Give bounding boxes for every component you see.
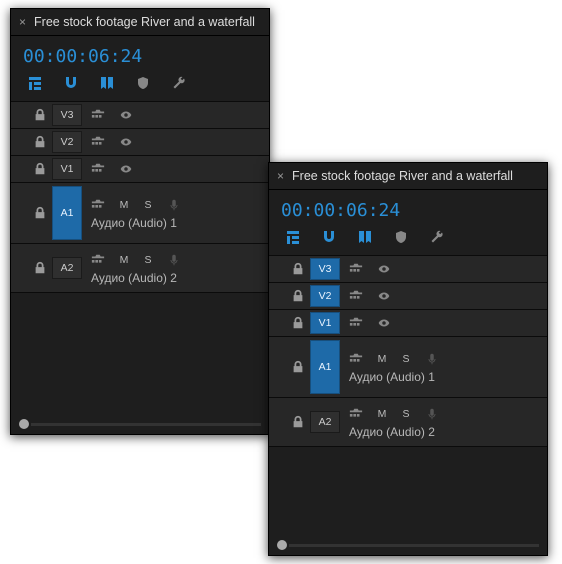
track-target-v3[interactable]: V3: [52, 104, 82, 126]
toggle-output-icon[interactable]: [91, 253, 105, 267]
toggle-output-icon[interactable]: [91, 108, 105, 122]
video-track-header: V1: [269, 310, 547, 337]
tab-bar: × Free stock footage River and a waterfa…: [269, 163, 547, 190]
lock-icon[interactable]: [33, 162, 47, 176]
scroll-thumb[interactable]: [19, 419, 29, 429]
video-track-header: V1: [11, 156, 269, 183]
toggle-visibility-eye-icon[interactable]: [119, 135, 133, 149]
video-track-header: V3: [11, 102, 269, 129]
audio-track-label: Аудио (Audio) 1: [349, 370, 547, 384]
audio-track-header: A2 M S Аудио (Audio) 2: [11, 244, 269, 293]
nest-sequence-icon[interactable]: [285, 229, 301, 245]
close-icon[interactable]: ×: [17, 15, 28, 29]
lock-icon[interactable]: [291, 316, 305, 330]
linked-selection-icon[interactable]: [357, 229, 373, 245]
track-header-area: V3 V2 V1 A1: [269, 255, 547, 447]
track-target-v1[interactable]: V1: [310, 312, 340, 334]
settings-wrench-icon[interactable]: [171, 75, 187, 91]
lock-icon[interactable]: [291, 289, 305, 303]
lock-icon[interactable]: [291, 262, 305, 276]
voiceover-mic-icon[interactable]: [167, 253, 181, 267]
audio-track-header: A1 M S Аудио (Audio) 1: [269, 337, 547, 398]
horizontal-scrollbar[interactable]: [19, 420, 261, 428]
audio-track-header: A1 M S Аудио (Audio) 1: [11, 183, 269, 244]
voiceover-mic-icon[interactable]: [425, 407, 439, 421]
audio-track-header: A2 M S Аудио (Audio) 2: [269, 398, 547, 447]
scroll-track: [31, 423, 261, 426]
audio-track-label: Аудио (Audio) 1: [91, 216, 269, 230]
toggle-output-icon[interactable]: [91, 198, 105, 212]
toggle-visibility-eye-icon[interactable]: [119, 162, 133, 176]
voiceover-mic-icon[interactable]: [167, 198, 181, 212]
toggle-output-icon[interactable]: [91, 162, 105, 176]
track-target-v1[interactable]: V1: [52, 158, 82, 180]
toggle-visibility-eye-icon[interactable]: [377, 262, 391, 276]
timeline-panel: × Free stock footage River and a waterfa…: [268, 162, 548, 556]
tab-title[interactable]: Free stock footage River and a waterfall: [292, 169, 513, 183]
track-target-v2[interactable]: V2: [310, 285, 340, 307]
toggle-output-icon[interactable]: [349, 352, 363, 366]
lock-icon[interactable]: [33, 108, 47, 122]
lock-icon[interactable]: [33, 206, 47, 220]
solo-button[interactable]: S: [143, 254, 153, 266]
lock-icon[interactable]: [33, 135, 47, 149]
playhead-timecode[interactable]: 00:00:06:24: [269, 190, 547, 225]
toggle-output-icon[interactable]: [349, 407, 363, 421]
solo-button[interactable]: S: [401, 408, 411, 420]
track-target-a1[interactable]: A1: [310, 340, 340, 394]
audio-track-label: Аудио (Audio) 2: [91, 271, 269, 285]
video-track-header: V2: [269, 283, 547, 310]
solo-button[interactable]: S: [401, 353, 411, 365]
snap-magnet-icon[interactable]: [63, 75, 79, 91]
toggle-output-icon[interactable]: [91, 135, 105, 149]
marker-icon[interactable]: [135, 75, 151, 91]
tab-bar: × Free stock footage River and a waterfa…: [11, 9, 269, 36]
voiceover-mic-icon[interactable]: [425, 352, 439, 366]
lock-icon[interactable]: [33, 261, 47, 275]
settings-wrench-icon[interactable]: [429, 229, 445, 245]
mute-button[interactable]: M: [377, 408, 387, 420]
toggle-visibility-eye-icon[interactable]: [119, 108, 133, 122]
marker-icon[interactable]: [393, 229, 409, 245]
nest-sequence-icon[interactable]: [27, 75, 43, 91]
toggle-output-icon[interactable]: [349, 262, 363, 276]
video-track-header: V3: [269, 256, 547, 283]
track-target-v2[interactable]: V2: [52, 131, 82, 153]
playhead-timecode[interactable]: 00:00:06:24: [11, 36, 269, 71]
scroll-thumb[interactable]: [277, 540, 287, 550]
close-icon[interactable]: ×: [275, 169, 286, 183]
toggle-output-icon[interactable]: [349, 289, 363, 303]
lock-icon[interactable]: [291, 360, 305, 374]
toggle-visibility-eye-icon[interactable]: [377, 289, 391, 303]
timeline-panel: × Free stock footage River and a waterfa…: [10, 8, 270, 435]
track-target-a1[interactable]: A1: [52, 186, 82, 240]
mute-button[interactable]: M: [119, 254, 129, 266]
linked-selection-icon[interactable]: [99, 75, 115, 91]
tab-title[interactable]: Free stock footage River and a waterfall: [34, 15, 255, 29]
timeline-tool-row: [269, 225, 547, 255]
scroll-track: [289, 544, 539, 547]
horizontal-scrollbar[interactable]: [277, 541, 539, 549]
video-track-header: V2: [11, 129, 269, 156]
toggle-output-icon[interactable]: [349, 316, 363, 330]
snap-magnet-icon[interactable]: [321, 229, 337, 245]
timeline-tool-row: [11, 71, 269, 101]
toggle-visibility-eye-icon[interactable]: [377, 316, 391, 330]
lock-icon[interactable]: [291, 415, 305, 429]
track-header-area: V3 V2 V1 A1: [11, 101, 269, 293]
mute-button[interactable]: M: [377, 353, 387, 365]
audio-track-label: Аудио (Audio) 2: [349, 425, 547, 439]
track-target-v3[interactable]: V3: [310, 258, 340, 280]
solo-button[interactable]: S: [143, 199, 153, 211]
track-target-a2[interactable]: A2: [52, 257, 82, 279]
mute-button[interactable]: M: [119, 199, 129, 211]
track-target-a2[interactable]: A2: [310, 411, 340, 433]
